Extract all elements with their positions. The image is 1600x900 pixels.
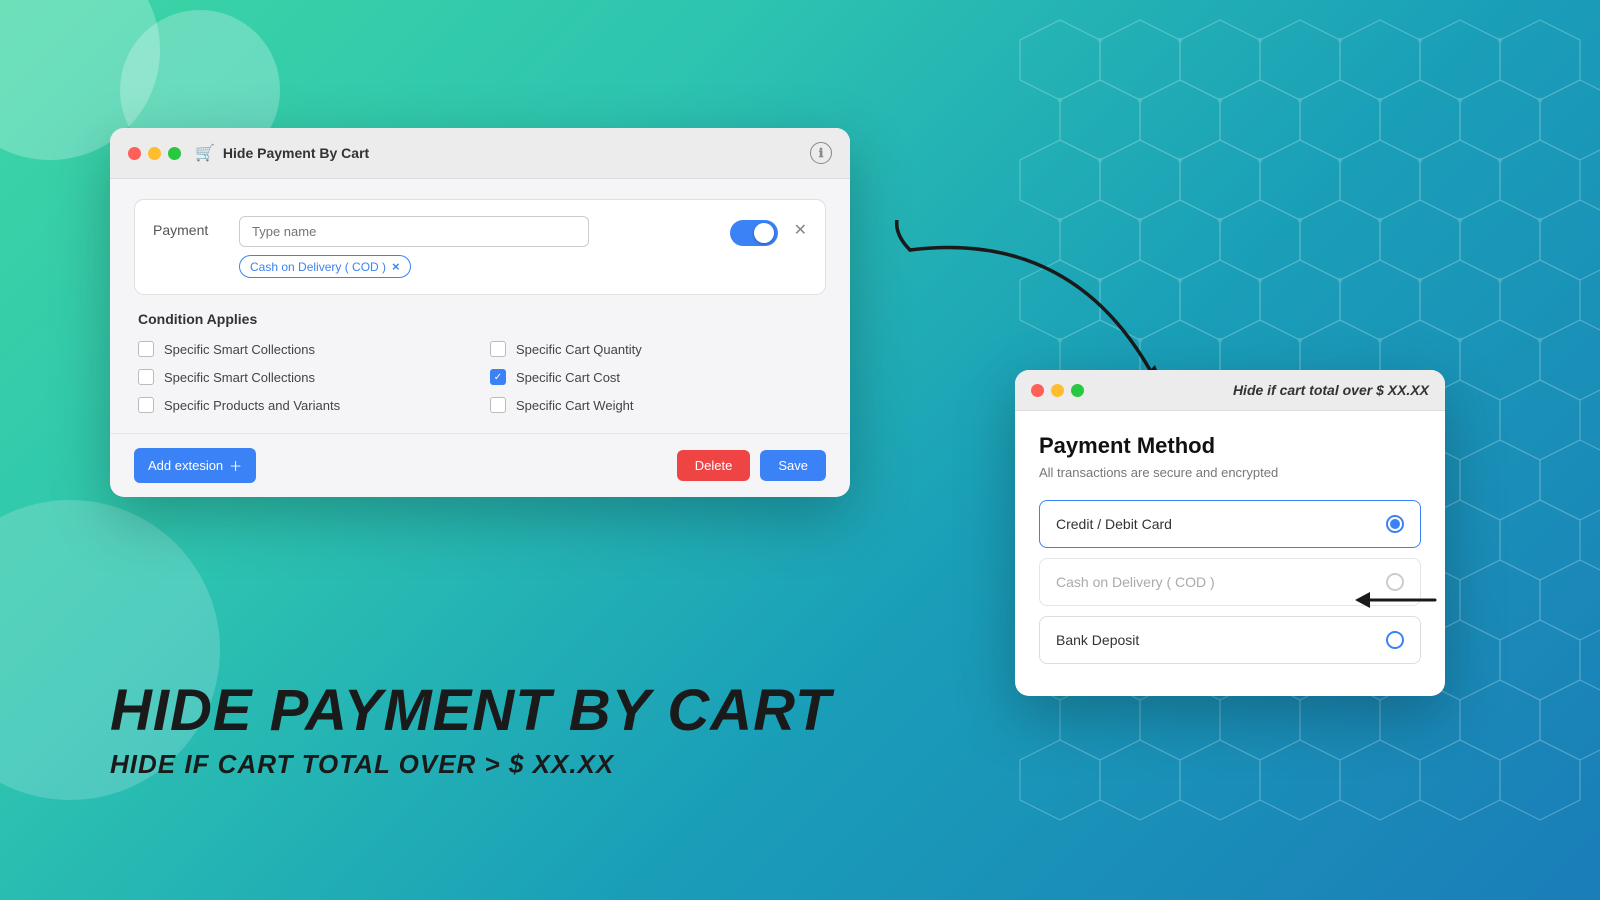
- condition-checkbox-5[interactable]: [138, 397, 154, 413]
- condition-checkbox-1[interactable]: [138, 341, 154, 357]
- toggle-track[interactable]: [730, 220, 778, 246]
- condition-section: Condition Applies Specific Smart Collect…: [134, 311, 826, 413]
- headline-section: HIDE PAYMENT BY CART HIDE IF CART TOTAL …: [110, 679, 831, 780]
- close-button[interactable]: [128, 147, 141, 160]
- condition-label-1: Specific Smart Collections: [164, 342, 315, 357]
- condition-label-5: Specific Products and Variants: [164, 398, 340, 413]
- info-button[interactable]: ℹ: [810, 142, 832, 164]
- pm-cod-label: Cash on Delivery ( COD ): [1056, 574, 1215, 590]
- payment-label: Payment: [153, 222, 223, 238]
- add-extension-button[interactable]: Add extesion ＋: [134, 448, 256, 483]
- payment-toggle[interactable]: [730, 220, 778, 246]
- toggle-thumb: [754, 223, 774, 243]
- condition-label-3: Specific Smart Collections: [164, 370, 315, 385]
- admin-window-footer: Add extesion ＋ Delete Save: [110, 433, 850, 497]
- condition-label-6: Specific Cart Weight: [516, 398, 634, 413]
- condition-checkbox-6[interactable]: [490, 397, 506, 413]
- plus-icon: ＋: [229, 456, 242, 475]
- add-extension-label: Add extesion: [148, 458, 223, 473]
- condition-item-1: Specific Smart Collections: [138, 341, 470, 357]
- condition-item-5: Specific Products and Variants: [138, 397, 470, 413]
- admin-window-title: Hide Payment By Cart: [223, 145, 369, 161]
- pm-maximize-button[interactable]: [1071, 384, 1084, 397]
- condition-item-4: Specific Cart Cost: [490, 369, 822, 385]
- payment-method-window: Hide if cart total over $ XX.XX Payment …: [1015, 370, 1445, 696]
- admin-titlebar: 🛒 Hide Payment By Cart ℹ: [110, 128, 850, 179]
- pm-option-bank-deposit[interactable]: Bank Deposit: [1039, 616, 1421, 664]
- admin-window: 🛒 Hide Payment By Cart ℹ Payment Cash on…: [110, 128, 850, 497]
- condition-label-2: Specific Cart Quantity: [516, 342, 642, 357]
- condition-item-6: Specific Cart Weight: [490, 397, 822, 413]
- footer-right: Delete Save: [677, 450, 826, 481]
- maximize-button[interactable]: [168, 147, 181, 160]
- headline-main: HIDE PAYMENT BY CART: [110, 679, 831, 743]
- pm-annotation: Hide if cart total over $ XX.XX: [1233, 382, 1429, 398]
- pm-content: Payment Method All transactions are secu…: [1015, 411, 1445, 696]
- pm-option-credit-card[interactable]: Credit / Debit Card: [1039, 500, 1421, 548]
- cod-tag: Cash on Delivery ( COD ) ×: [239, 255, 411, 278]
- pm-traffic-lights: [1031, 384, 1084, 397]
- condition-item-3: Specific Smart Collections: [138, 369, 470, 385]
- payment-row-close[interactable]: ✕: [794, 220, 807, 240]
- cod-tag-label: Cash on Delivery ( COD ): [250, 260, 386, 274]
- conditions-grid: Specific Smart Collections Specific Cart…: [138, 341, 822, 413]
- pm-credit-card-radio-inner: [1390, 519, 1400, 529]
- pm-bank-deposit-label: Bank Deposit: [1056, 632, 1139, 648]
- headline-sub: HIDE IF CART TOTAL OVER > $ XX.XX: [110, 749, 831, 780]
- condition-label-4: Specific Cart Cost: [516, 370, 620, 385]
- save-button[interactable]: Save: [760, 450, 826, 481]
- pm-subtitle: All transactions are secure and encrypte…: [1039, 465, 1421, 480]
- pm-cod-radio: [1386, 573, 1404, 591]
- pm-bank-deposit-radio: [1386, 631, 1404, 649]
- delete-button[interactable]: Delete: [677, 450, 751, 481]
- pm-minimize-button[interactable]: [1051, 384, 1064, 397]
- condition-checkbox-3[interactable]: [138, 369, 154, 385]
- condition-checkbox-4[interactable]: [490, 369, 506, 385]
- pm-credit-card-radio: [1386, 515, 1404, 533]
- cod-tag-remove[interactable]: ×: [392, 259, 400, 274]
- payment-input-area: Cash on Delivery ( COD ) ×: [239, 216, 714, 278]
- condition-title: Condition Applies: [138, 311, 822, 327]
- pm-credit-card-label: Credit / Debit Card: [1056, 516, 1172, 532]
- condition-checkbox-2[interactable]: [490, 341, 506, 357]
- pm-heading: Payment Method: [1039, 433, 1421, 459]
- pm-close-button[interactable]: [1031, 384, 1044, 397]
- traffic-lights: [128, 147, 181, 160]
- cart-icon: 🛒: [195, 143, 215, 163]
- pm-titlebar: Hide if cart total over $ XX.XX: [1015, 370, 1445, 411]
- minimize-button[interactable]: [148, 147, 161, 160]
- condition-item-2: Specific Cart Quantity: [490, 341, 822, 357]
- pm-option-cod[interactable]: Cash on Delivery ( COD ): [1039, 558, 1421, 606]
- payment-type-input[interactable]: [239, 216, 589, 247]
- payment-row: Payment Cash on Delivery ( COD ) × ✕: [134, 199, 826, 295]
